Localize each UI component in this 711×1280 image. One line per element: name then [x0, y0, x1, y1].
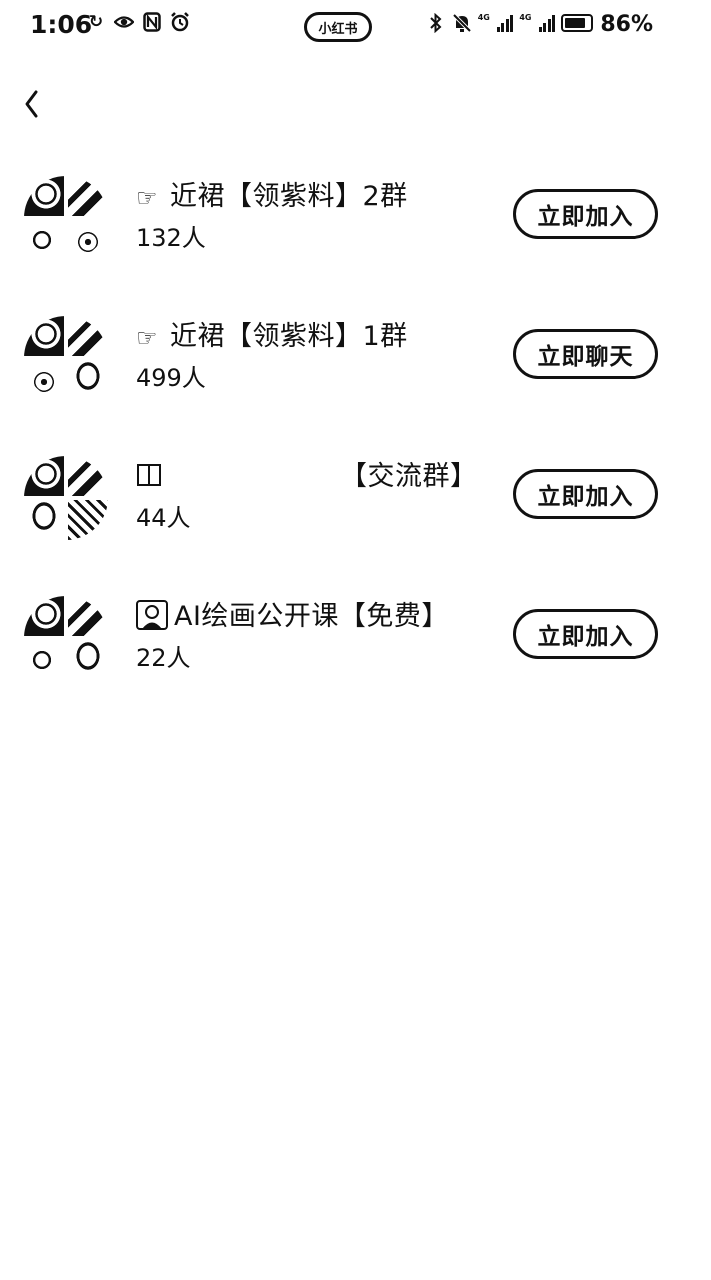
battery-icon [561, 14, 593, 32]
network-label-2: 4G [519, 12, 532, 22]
group-list: ☞ 近裙【领紫料】2群 132人 立即加入 ☞ 近裙【领紫料】1群 499人 立即聊… [0, 168, 711, 728]
member-count: 132人 [136, 224, 206, 252]
group-title: AI绘画公开课【免费】 [136, 594, 449, 636]
battery-percent: 86% [600, 12, 653, 37]
list-item[interactable]: ☞ 近裙【领紫料】2群 132人 立即加入 [0, 168, 711, 308]
back-button[interactable] [16, 80, 50, 120]
avatar [24, 456, 108, 540]
member-count: 22人 [136, 644, 191, 672]
group-title: ☞ 近裙【领紫料】1群 [136, 321, 408, 352]
bluetooth-icon [426, 13, 446, 33]
mute-bell-icon [452, 13, 472, 33]
join-button[interactable]: 立即加入 [513, 469, 658, 519]
avatar [24, 596, 108, 680]
join-button[interactable]: 立即加入 [513, 609, 658, 659]
eye-icon [114, 12, 134, 32]
top-nav-bar [0, 72, 711, 128]
signal-icon [496, 14, 514, 32]
list-item[interactable]: ☞ 近裙【领紫料】1群 499人 立即聊天 [0, 308, 711, 448]
status-bar: 1:06 ↻ 小红书 4G 4G 86% [0, 0, 711, 56]
network-label-1: 4G [477, 12, 490, 22]
pointing-hand-icon: ☞ [136, 323, 159, 352]
redacted-text [170, 466, 340, 490]
member-count: 44人 [136, 504, 191, 532]
chevron-left-icon [25, 90, 38, 118]
group-title: ☞ 近裙【领紫料】2群 [136, 181, 408, 212]
status-time: 1:06 [30, 10, 93, 39]
list-item[interactable]: 【交流群】 44人 立即加入 [0, 448, 711, 588]
status-right-icons: 4G 4G [426, 13, 593, 33]
avatar [24, 316, 108, 400]
status-left-icons: ↻ [86, 12, 190, 32]
chat-button[interactable]: 立即聊天 [513, 329, 658, 379]
member-count: 499人 [136, 364, 206, 392]
list-item[interactable]: AI绘画公开课【免费】 22人 立即加入 [0, 588, 711, 728]
group-title: 【交流群】 [136, 454, 478, 493]
sync-icon: ↻ [88, 11, 104, 32]
book-icon [136, 463, 170, 493]
join-button[interactable]: 立即加入 [513, 189, 658, 239]
alarm-icon [170, 12, 190, 32]
avatar [24, 176, 108, 260]
pointing-hand-icon: ☞ [136, 183, 159, 212]
app-badge: 小红书 [304, 12, 372, 42]
nfc-icon [142, 12, 162, 32]
signal-icon [538, 14, 555, 32]
teacher-icon [136, 599, 174, 636]
